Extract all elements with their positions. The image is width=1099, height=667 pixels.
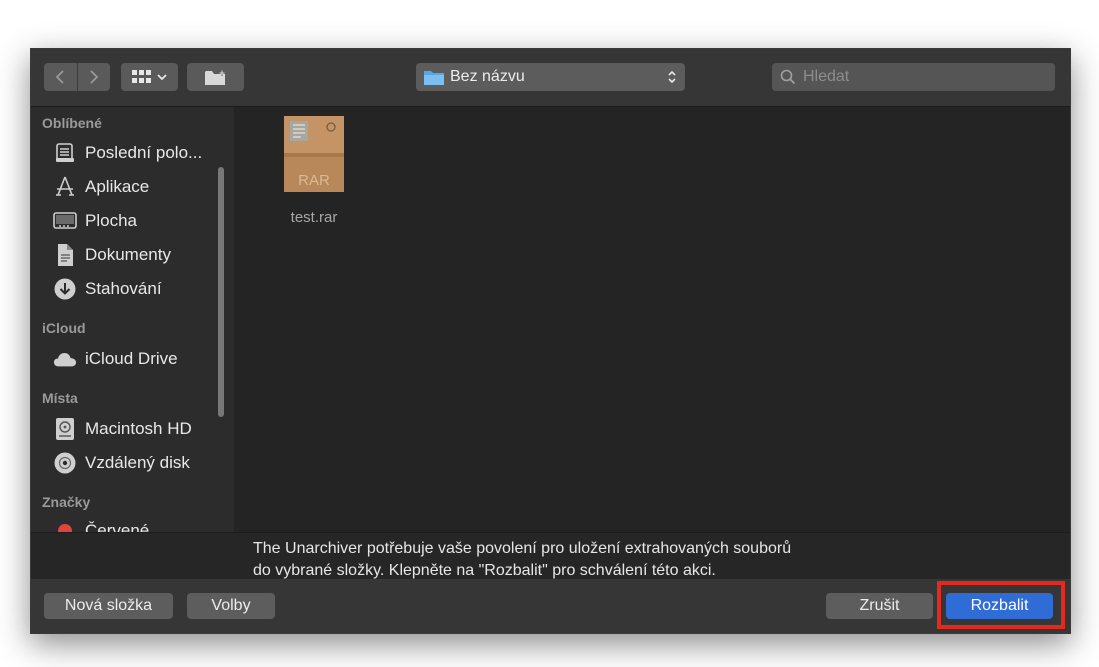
sidebar-item-label: Červené [85,521,150,532]
sidebar-item-remote-disc[interactable]: Vzdálený disk [53,450,223,476]
new-folder-button[interactable]: Nová složka [44,593,173,619]
sidebar-item-desktop[interactable]: Plocha [53,208,223,234]
sidebar-item-label: Macintosh HD [85,419,192,438]
back-button[interactable] [44,63,77,91]
desktop-icon [53,209,77,233]
sidebar-item-label: iCloud Drive [85,349,178,368]
sidebar-item-downloads[interactable]: Stahování [53,276,223,302]
new-folder-toolbar-button[interactable] [187,63,244,91]
sidebar-item-label: Dokumenty [85,245,171,264]
chevron-left-icon [55,70,64,84]
file-badge: RAR [298,172,330,189]
document-icon [53,243,77,267]
sidebar-item-label: Vzdálený disk [85,453,190,472]
grid-view-icon [132,70,151,83]
hard-drive-icon [53,417,77,441]
permission-message-line1: The Unarchiver potřebuje vaše povolení p… [253,540,792,557]
applications-icon [53,175,77,199]
file-item[interactable]: RAR test.rar [279,115,349,226]
sidebar-scrollbar[interactable] [218,167,224,417]
new-folder-icon [204,69,225,85]
chevron-down-icon [157,74,167,81]
bottom-bar: Nová složka Volby Zrušit Rozbalit [31,579,1070,633]
permission-message: The Unarchiver potřebuje vaše povolení p… [253,538,893,582]
sidebar-item-label: Plocha [85,211,137,230]
highlight-box [937,581,1065,629]
file-name: test.rar [290,209,338,226]
chevron-right-icon [90,70,99,84]
download-icon [53,277,77,301]
sidebar-item-label: Stahování [85,279,162,298]
sidebar-item-applications[interactable]: Aplikace [53,174,223,200]
forward-button[interactable] [76,63,111,91]
toolbar: Bez názvu Hledat [31,49,1070,107]
updown-chevron-icon [668,70,676,84]
sidebar-item-tag-red[interactable]: Červené [53,518,223,532]
sidebar-section-locations: Místa [42,390,78,406]
disc-icon [53,451,77,475]
location-label: Bez názvu [450,68,525,85]
cloud-icon [53,347,77,371]
navigation-buttons [44,63,110,91]
file-dialog: Bez názvu Hledat Oblíbené Poslední polo.… [30,48,1071,634]
sidebar: Oblíbené Poslední polo... Aplikace Ploch… [31,107,232,532]
sidebar-item-icloud-drive[interactable]: iCloud Drive [53,346,223,372]
search-icon [780,69,796,85]
search-field[interactable]: Hledat [772,63,1055,91]
sidebar-item-label: Aplikace [85,177,150,196]
cancel-button[interactable]: Zrušit [826,593,933,619]
clock-stack-icon [53,141,77,165]
sidebar-item-macintosh-hd[interactable]: Macintosh HD [53,416,223,442]
file-browser: RAR test.rar [234,107,1070,532]
search-placeholder: Hledat [803,68,850,85]
sidebar-item-recents[interactable]: Poslední polo... [53,140,223,166]
red-tag-icon [53,519,77,532]
location-popup[interactable]: Bez názvu [416,63,685,91]
options-button[interactable]: Volby [187,593,275,619]
rar-archive-icon: RAR [284,116,344,192]
sidebar-item-documents[interactable]: Dokumenty [53,242,223,268]
sidebar-item-label: Poslední polo... [85,143,203,162]
sidebar-section-tags: Značky [42,494,91,510]
sidebar-section-favorites: Oblíbené [42,115,102,131]
view-options-button[interactable] [121,63,178,91]
folder-icon [424,71,444,85]
sidebar-section-icloud: iCloud [42,320,86,336]
info-bar: The Unarchiver potřebuje vaše povolení p… [31,532,1070,579]
